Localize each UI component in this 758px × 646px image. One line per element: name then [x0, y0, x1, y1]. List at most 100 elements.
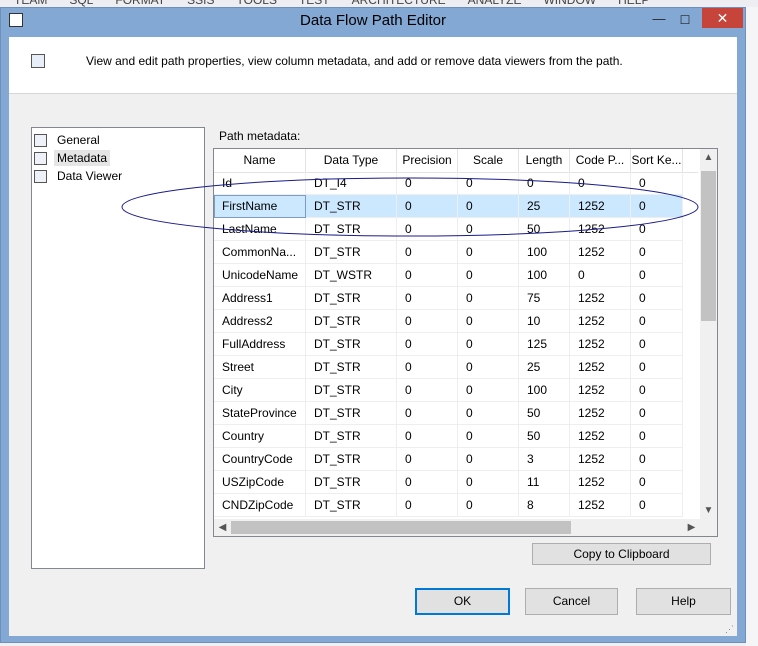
- table-cell[interactable]: Address1: [214, 287, 306, 310]
- resize-grip-icon[interactable]: ⋰: [725, 624, 735, 634]
- table-cell[interactable]: 0: [631, 195, 683, 218]
- table-row[interactable]: FullAddress DT_STR 0 0 125 1252 0: [214, 333, 698, 356]
- table-cell[interactable]: 1252: [570, 218, 631, 241]
- table-row[interactable]: USZipCode DT_STR 0 0 11 1252 0: [214, 471, 698, 494]
- table-cell[interactable]: 0: [397, 494, 458, 517]
- table-cell[interactable]: 1252: [570, 310, 631, 333]
- table-cell[interactable]: 50: [519, 218, 570, 241]
- close-button[interactable]: ✕: [702, 8, 743, 28]
- menu-item[interactable]: FORMAT: [115, 0, 165, 7]
- menu-item[interactable]: TEST: [299, 0, 330, 7]
- table-cell[interactable]: DT_STR: [306, 471, 397, 494]
- table-cell[interactable]: 0: [397, 448, 458, 471]
- menu-item[interactable]: ARCHITECTURE: [352, 0, 446, 7]
- scroll-right-icon[interactable]: ▶: [683, 519, 700, 536]
- nav-item-metadata[interactable]: Metadata: [34, 150, 111, 166]
- table-cell[interactable]: 10: [519, 310, 570, 333]
- table-row[interactable]: CountryCode DT_STR 0 0 3 1252 0: [214, 448, 698, 471]
- table-cell[interactable]: 0: [397, 379, 458, 402]
- table-cell[interactable]: 0: [570, 264, 631, 287]
- table-cell[interactable]: 0: [458, 402, 519, 425]
- table-cell[interactable]: DT_STR: [306, 241, 397, 264]
- table-row[interactable]: Id DT_I4 0 0 0 0 0: [214, 172, 698, 195]
- table-cell[interactable]: 75: [519, 287, 570, 310]
- table-cell[interactable]: 0: [458, 379, 519, 402]
- table-cell[interactable]: 0: [458, 241, 519, 264]
- scroll-up-icon[interactable]: ▲: [700, 149, 717, 166]
- scroll-left-icon[interactable]: ◀: [214, 519, 231, 536]
- table-cell[interactable]: 0: [631, 218, 683, 241]
- table-cell[interactable]: 3: [519, 448, 570, 471]
- table-cell[interactable]: 100: [519, 379, 570, 402]
- table-cell[interactable]: 0: [458, 264, 519, 287]
- table-cell[interactable]: 50: [519, 425, 570, 448]
- table-cell[interactable]: 0: [458, 356, 519, 379]
- table-cell[interactable]: StateProvince: [214, 402, 306, 425]
- vertical-scroll-thumb[interactable]: [701, 171, 716, 321]
- table-cell[interactable]: CountryCode: [214, 448, 306, 471]
- table-cell[interactable]: 0: [631, 471, 683, 494]
- table-cell[interactable]: 1252: [570, 425, 631, 448]
- table-cell[interactable]: FirstName: [214, 195, 306, 218]
- column-header[interactable]: Sort Ke...: [631, 149, 683, 172]
- table-cell[interactable]: 0: [397, 195, 458, 218]
- table-cell[interactable]: 8: [519, 494, 570, 517]
- table-cell[interactable]: DT_STR: [306, 218, 397, 241]
- table-cell[interactable]: DT_STR: [306, 379, 397, 402]
- menu-item[interactable]: SSIS: [187, 0, 214, 7]
- table-cell[interactable]: 0: [397, 402, 458, 425]
- table-cell[interactable]: LastName: [214, 218, 306, 241]
- table-cell[interactable]: DT_STR: [306, 333, 397, 356]
- table-cell[interactable]: 11: [519, 471, 570, 494]
- table-row[interactable]: City DT_STR 0 0 100 1252 0: [214, 379, 698, 402]
- table-cell[interactable]: USZipCode: [214, 471, 306, 494]
- table-cell[interactable]: CNDZipCode: [214, 494, 306, 517]
- ok-button[interactable]: OK: [415, 588, 510, 615]
- table-cell[interactable]: 0: [458, 471, 519, 494]
- table-cell[interactable]: 1252: [570, 379, 631, 402]
- menu-item[interactable]: SQL: [69, 0, 93, 7]
- table-cell[interactable]: 0: [631, 172, 683, 195]
- horizontal-scroll-thumb[interactable]: [231, 521, 571, 534]
- table-cell[interactable]: Address2: [214, 310, 306, 333]
- table-row[interactable]: Address2 DT_STR 0 0 10 1252 0: [214, 310, 698, 333]
- horizontal-scrollbar[interactable]: ◀ ▶: [214, 519, 700, 536]
- table-row[interactable]: Country DT_STR 0 0 50 1252 0: [214, 425, 698, 448]
- table-cell[interactable]: 1252: [570, 356, 631, 379]
- table-cell[interactable]: 0: [397, 241, 458, 264]
- table-cell[interactable]: DT_I4: [306, 172, 397, 195]
- table-cell[interactable]: 0: [397, 356, 458, 379]
- table-cell[interactable]: 0: [397, 471, 458, 494]
- table-cell[interactable]: 0: [631, 333, 683, 356]
- column-header[interactable]: Name: [214, 149, 306, 172]
- table-cell[interactable]: 0: [397, 218, 458, 241]
- table-cell[interactable]: 0: [397, 287, 458, 310]
- table-cell[interactable]: 100: [519, 241, 570, 264]
- table-cell[interactable]: 1252: [570, 287, 631, 310]
- table-cell[interactable]: DT_STR: [306, 494, 397, 517]
- table-cell[interactable]: 0: [570, 172, 631, 195]
- table-row[interactable]: Street DT_STR 0 0 25 1252 0: [214, 356, 698, 379]
- cancel-button[interactable]: Cancel: [525, 588, 618, 615]
- column-header[interactable]: Precision: [397, 149, 458, 172]
- table-cell[interactable]: 0: [631, 310, 683, 333]
- minimize-button[interactable]: —: [646, 11, 672, 29]
- menu-item[interactable]: WINDOW: [543, 0, 596, 7]
- scroll-down-icon[interactable]: ▼: [700, 502, 717, 519]
- table-cell[interactable]: 0: [458, 494, 519, 517]
- table-row[interactable]: FirstName DT_STR 0 0 25 1252 0: [214, 195, 698, 218]
- table-cell[interactable]: Id: [214, 172, 306, 195]
- table-cell[interactable]: 1252: [570, 241, 631, 264]
- table-cell[interactable]: DT_STR: [306, 448, 397, 471]
- table-cell[interactable]: 0: [631, 402, 683, 425]
- table-row[interactable]: Address1 DT_STR 0 0 75 1252 0: [214, 287, 698, 310]
- table-cell[interactable]: DT_STR: [306, 402, 397, 425]
- menu-item[interactable]: HELP: [618, 0, 649, 7]
- nav-item-general[interactable]: General: [34, 132, 103, 148]
- table-cell[interactable]: 0: [631, 448, 683, 471]
- table-row[interactable]: UnicodeName DT_WSTR 0 0 100 0 0: [214, 264, 698, 287]
- table-cell[interactable]: 0: [631, 356, 683, 379]
- table-cell[interactable]: 0: [458, 172, 519, 195]
- table-cell[interactable]: 0: [631, 494, 683, 517]
- column-header[interactable]: Scale: [458, 149, 519, 172]
